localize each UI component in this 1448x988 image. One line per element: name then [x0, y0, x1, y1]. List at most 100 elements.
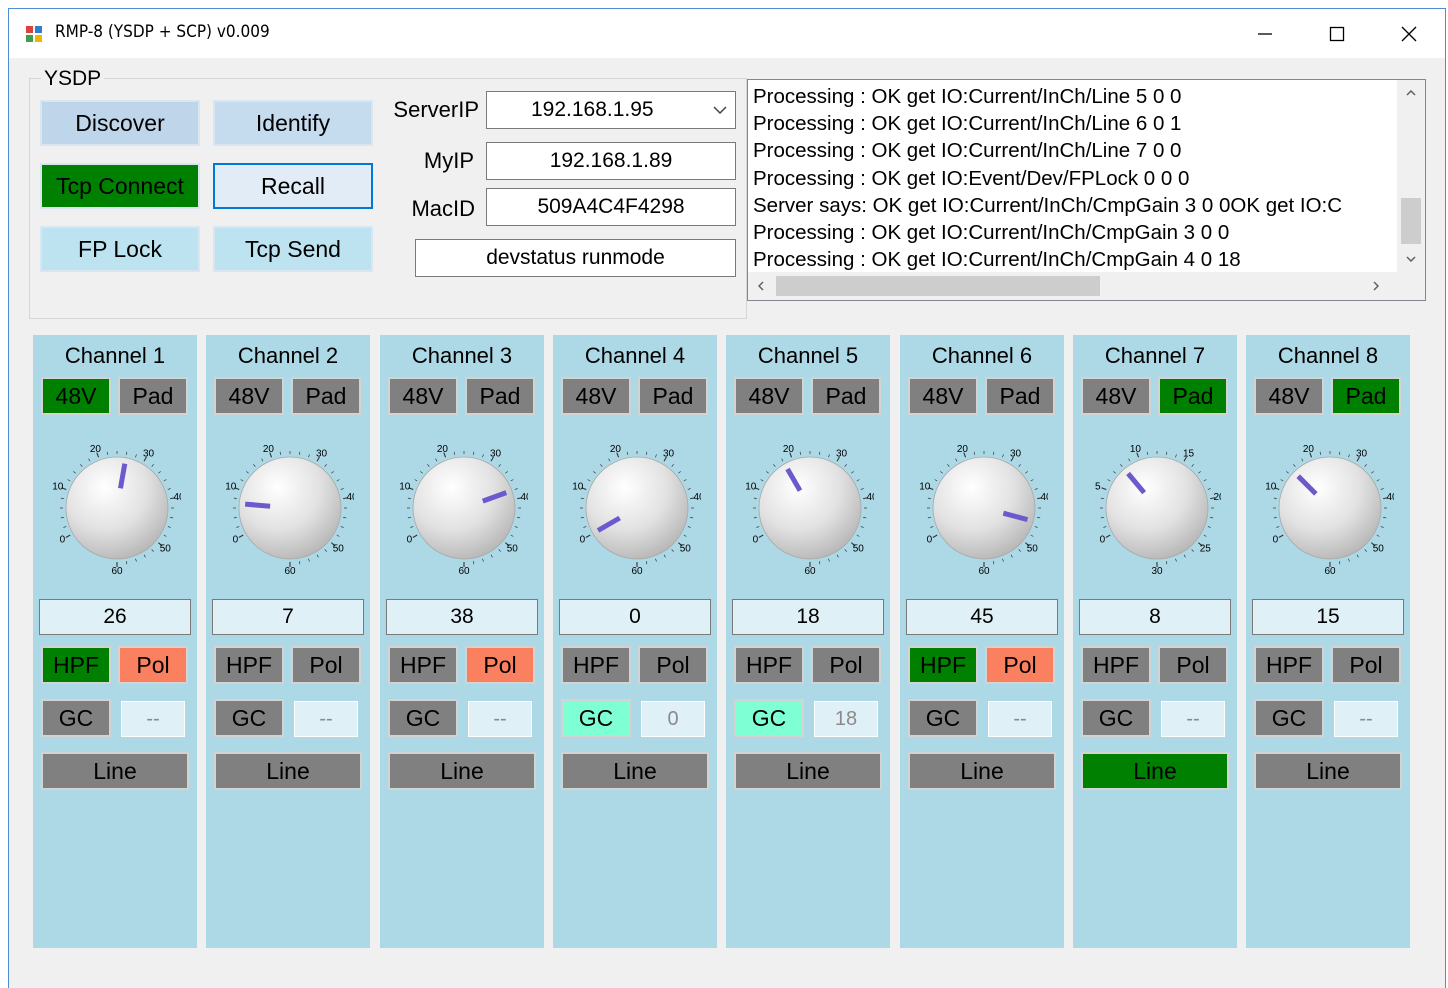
- gain-compensation-button[interactable]: GC: [41, 699, 111, 737]
- pad-button[interactable]: Pad: [465, 377, 535, 415]
- polarity-button[interactable]: Pol: [811, 646, 881, 684]
- line-button[interactable]: Line: [908, 752, 1056, 790]
- tcp-connect-button[interactable]: Tcp Connect: [40, 163, 200, 209]
- fp-lock-button[interactable]: FP Lock: [40, 226, 200, 272]
- polarity-button[interactable]: Pol: [1331, 646, 1401, 684]
- maximize-button[interactable]: [1301, 9, 1373, 58]
- polarity-button[interactable]: Pol: [1158, 646, 1228, 684]
- gain-value-field[interactable]: 45: [906, 599, 1058, 635]
- knob-tick: [683, 479, 687, 482]
- gain-compensation-button[interactable]: GC: [734, 699, 804, 737]
- line-button[interactable]: Line: [214, 752, 362, 790]
- line-button[interactable]: Line: [561, 752, 709, 790]
- knob-body[interactable]: [932, 456, 1036, 560]
- gain-knob[interactable]: 0 10 20 30 40 50 60: [746, 438, 874, 576]
- line-button[interactable]: Line: [1254, 752, 1402, 790]
- discover-button[interactable]: Discover: [40, 100, 200, 146]
- knob-body[interactable]: [1278, 456, 1382, 560]
- phantom-48v-button[interactable]: 48V: [734, 377, 804, 415]
- polarity-button[interactable]: Pol: [638, 646, 708, 684]
- gain-compensation-button[interactable]: GC: [1081, 699, 1151, 737]
- chevron-down-icon[interactable]: [713, 106, 727, 114]
- gain-knob[interactable]: 0 10 20 30 40 50 60: [1266, 438, 1394, 576]
- hpf-button[interactable]: HPF: [388, 646, 458, 684]
- phantom-48v-button[interactable]: 48V: [388, 377, 458, 415]
- minimize-button[interactable]: [1229, 9, 1301, 58]
- polarity-button[interactable]: Pol: [465, 646, 535, 684]
- line-button[interactable]: Line: [734, 752, 882, 790]
- gain-value-field[interactable]: 18: [732, 599, 884, 635]
- my-ip-field[interactable]: 192.168.1.89: [486, 142, 736, 180]
- identify-button[interactable]: Identify: [213, 100, 373, 146]
- hpf-button[interactable]: HPF: [1254, 646, 1324, 684]
- gain-knob[interactable]: 0 10 20 30 40 50 60: [226, 438, 354, 576]
- pad-button[interactable]: Pad: [811, 377, 881, 415]
- scroll-right-icon[interactable]: [1373, 281, 1379, 291]
- recall-button[interactable]: Recall: [213, 163, 373, 209]
- hpf-button[interactable]: HPF: [214, 646, 284, 684]
- line-button[interactable]: Line: [388, 752, 536, 790]
- gain-value-field[interactable]: 38: [386, 599, 538, 635]
- phantom-48v-button[interactable]: 48V: [41, 377, 111, 415]
- knob-body[interactable]: [412, 456, 516, 560]
- gain-knob[interactable]: 0 10 20 30 40 50 60: [920, 438, 1048, 576]
- knob-tick: [126, 561, 128, 565]
- gain-knob[interactable]: 0 10 20 30 40 50 60: [400, 438, 528, 576]
- knob-tick: [671, 464, 674, 467]
- gain-value-field[interactable]: 0: [559, 599, 711, 635]
- gain-knob[interactable]: 0 5 10 15 20 25 30: [1093, 438, 1221, 576]
- line-button[interactable]: Line: [1081, 752, 1229, 790]
- knob-body[interactable]: [758, 456, 862, 560]
- gain-knob[interactable]: 0 10 20 30 40 50 60: [573, 438, 701, 576]
- server-ip-combo[interactable]: 192.168.1.95: [486, 91, 736, 129]
- gain-value-field[interactable]: 7: [212, 599, 364, 635]
- log-vertical-scrollbar[interactable]: [1397, 80, 1425, 273]
- pad-button[interactable]: Pad: [638, 377, 708, 415]
- phantom-48v-button[interactable]: 48V: [561, 377, 631, 415]
- polarity-button[interactable]: Pol: [291, 646, 361, 684]
- gain-compensation-button[interactable]: GC: [561, 699, 631, 737]
- command-field[interactable]: devstatus runmode: [415, 239, 736, 277]
- hpf-button[interactable]: HPF: [734, 646, 804, 684]
- knob-tick: [1034, 526, 1038, 528]
- hpf-button[interactable]: HPF: [561, 646, 631, 684]
- pad-button[interactable]: Pad: [1331, 377, 1401, 415]
- log-textbox[interactable]: Processing : OK get IO:Current/InCh/Line…: [747, 79, 1426, 301]
- polarity-button[interactable]: Pol: [118, 646, 188, 684]
- scroll-left-icon[interactable]: [758, 281, 764, 291]
- hpf-button[interactable]: HPF: [41, 646, 111, 684]
- phantom-48v-button[interactable]: 48V: [1081, 377, 1151, 415]
- line-button[interactable]: Line: [41, 752, 189, 790]
- log-vertical-thumb[interactable]: [1401, 198, 1421, 244]
- hpf-button[interactable]: HPF: [908, 646, 978, 684]
- knob-body[interactable]: [238, 456, 342, 560]
- phantom-48v-button[interactable]: 48V: [214, 377, 284, 415]
- gain-value-field[interactable]: 15: [1252, 599, 1404, 635]
- phantom-48v-button[interactable]: 48V: [1254, 377, 1324, 415]
- phantom-48v-button[interactable]: 48V: [908, 377, 978, 415]
- gain-value-field[interactable]: 26: [39, 599, 191, 635]
- gain-knob[interactable]: 0 10 20 30 40 50 60: [53, 438, 181, 576]
- polarity-button[interactable]: Pol: [985, 646, 1055, 684]
- gain-compensation-button[interactable]: GC: [214, 699, 284, 737]
- gain-value-field[interactable]: 8: [1079, 599, 1231, 635]
- close-button[interactable]: [1373, 9, 1445, 58]
- pad-button[interactable]: Pad: [291, 377, 361, 415]
- knob-body[interactable]: [585, 456, 689, 560]
- tcp-send-button[interactable]: Tcp Send: [213, 226, 373, 272]
- pad-button[interactable]: Pad: [985, 377, 1055, 415]
- gain-compensation-button[interactable]: GC: [908, 699, 978, 737]
- hpf-button[interactable]: HPF: [1081, 646, 1151, 684]
- pad-button[interactable]: Pad: [1158, 377, 1228, 415]
- log-horizontal-scrollbar[interactable]: [748, 272, 1425, 300]
- pad-button[interactable]: Pad: [118, 377, 188, 415]
- scroll-down-icon[interactable]: [1406, 256, 1416, 262]
- knob-body[interactable]: [65, 456, 169, 560]
- gain-compensation-button[interactable]: GC: [1254, 699, 1324, 737]
- gain-compensation-button[interactable]: GC: [388, 699, 458, 737]
- mac-id-field[interactable]: 509A4C4F4298: [486, 188, 736, 226]
- gain-compensation-value: --: [121, 701, 185, 737]
- scroll-up-icon[interactable]: [1406, 90, 1416, 96]
- knob-body[interactable]: [1105, 456, 1209, 560]
- log-horizontal-thumb[interactable]: [776, 276, 1100, 296]
